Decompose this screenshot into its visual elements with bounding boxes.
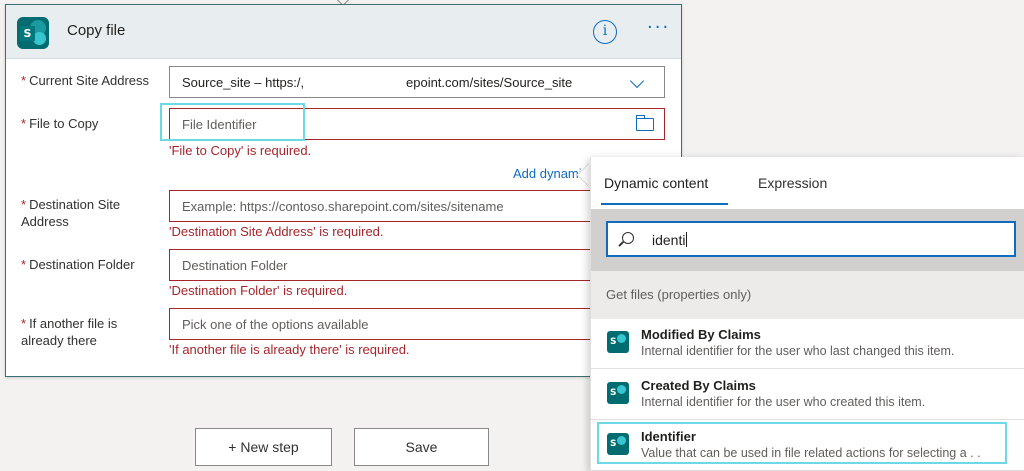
sharepoint-icon: S xyxy=(607,382,629,404)
active-tab-indicator xyxy=(601,203,728,205)
file-identifier-highlight xyxy=(160,103,305,141)
list-item[interactable]: S Created By Claims Internal identifier … xyxy=(591,370,1024,420)
current-site-address-select[interactable]: Source_site – https:/, epoint.com/sites/… xyxy=(169,66,665,98)
if-another-file-error: 'If another file is already there' is re… xyxy=(169,342,410,357)
new-step-button[interactable]: + New step xyxy=(195,428,332,466)
if-another-file-label: * If another file is already there xyxy=(21,316,118,348)
current-site-address-label: * Current Site Address xyxy=(21,73,150,88)
list-item[interactable]: S Modified By Claims Internal identifier… xyxy=(591,319,1024,369)
add-dynamic-content-link[interactable]: Add dynami xyxy=(513,166,582,181)
sharepoint-icon: S xyxy=(607,331,629,353)
card-title: Copy file xyxy=(67,22,126,39)
destination-site-address-label: * Destination Site Address xyxy=(21,197,121,229)
folder-icon[interactable] xyxy=(635,115,654,131)
file-to-copy-label: * File to Copy xyxy=(21,116,99,131)
section-header: Get files (properties only) xyxy=(591,271,1024,319)
search-value: identi xyxy=(652,232,686,248)
search-input[interactable]: identi xyxy=(606,221,1016,257)
sharepoint-icon: S xyxy=(17,17,49,49)
tab-dynamic-content[interactable]: Dynamic content xyxy=(604,175,708,191)
info-icon[interactable]: i xyxy=(593,20,617,44)
destination-folder-label: * Destination Folder xyxy=(21,257,135,272)
card-header[interactable]: S Copy file i ··· xyxy=(6,5,681,59)
search-band: identi xyxy=(591,209,1024,271)
destination-folder-error: 'Destination Folder' is required. xyxy=(169,283,348,298)
copy-file-card: S Copy file i ··· * Current Site Address … xyxy=(5,4,682,377)
search-icon xyxy=(622,232,634,244)
tab-expression[interactable]: Expression xyxy=(758,175,827,191)
destination-site-address-error: 'Destination Site Address' is required. xyxy=(169,224,384,239)
chevron-down-icon[interactable] xyxy=(629,73,645,89)
identifier-highlight xyxy=(597,422,1007,464)
file-to-copy-error: 'File to Copy' is required. xyxy=(169,143,312,158)
save-button[interactable]: Save xyxy=(354,428,489,466)
more-options-icon[interactable]: ··· xyxy=(647,17,670,38)
